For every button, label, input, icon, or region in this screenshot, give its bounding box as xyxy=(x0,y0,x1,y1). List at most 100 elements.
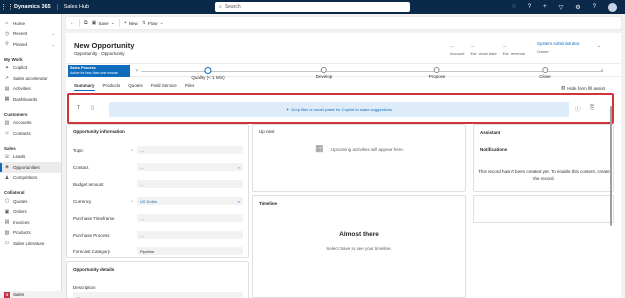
sidebar-item-recent[interactable]: ◷ Recent ⌄ xyxy=(0,29,61,40)
tab-field-service[interactable]: Field Service xyxy=(151,83,177,91)
clipboard-icon[interactable]: ▯ xyxy=(91,105,94,111)
budget-amount-input[interactable]: --- xyxy=(137,180,243,188)
clock-icon: ◷ xyxy=(4,30,10,37)
sidebar-item-accounts[interactable]: ▥ Accounts xyxy=(0,118,61,129)
forecast-category-select[interactable]: Pipeline xyxy=(137,247,243,255)
purchase-timeframe-select[interactable]: --- xyxy=(137,214,243,222)
copilot-icon: ✦ xyxy=(285,107,290,112)
assistant-empty-card xyxy=(473,195,614,223)
sidebar-item-label: Orders xyxy=(13,209,27,215)
owner-field[interactable]: System Administrator Owner xyxy=(537,41,580,54)
area-badge: S xyxy=(4,291,10,298)
info-icon[interactable]: ⓘ xyxy=(575,105,581,113)
hide-form-label: Hide form fill assist xyxy=(567,85,605,91)
currency-lookup[interactable]: US Dollar ⌕ xyxy=(137,197,243,205)
sidebar-item-invoices[interactable]: ▤ Invoices xyxy=(0,217,61,228)
sidebar-item-leads[interactable]: ☏ Leads xyxy=(0,152,61,163)
search-input[interactable]: ⌕ Search xyxy=(215,2,410,12)
record-subtitle[interactable]: Opportunity · Opportunity xyxy=(74,51,125,56)
header-field-label: Account xyxy=(450,51,465,56)
sidebar-item-products[interactable]: ▧ Products xyxy=(0,228,61,239)
app-launcher-icon[interactable]: ⋮⋮ xyxy=(0,0,14,14)
filter-icon[interactable]: ▽ xyxy=(559,4,564,11)
sidebar-item-competitors[interactable]: ♟ Competitors xyxy=(0,173,61,184)
field-value[interactable]: US Dollar xyxy=(140,199,157,204)
purchase-process-select[interactable]: --- xyxy=(137,231,243,239)
stage-label: Develop xyxy=(315,74,333,79)
back-button[interactable]: ← xyxy=(70,20,75,26)
sidebar-item-orders[interactable]: ▣ Orders xyxy=(0,207,61,218)
flow-button[interactable]: ↯ Flow ⌄ xyxy=(142,20,164,26)
avatar[interactable] xyxy=(608,2,617,12)
stage-label: Propose xyxy=(428,74,446,79)
tab-products[interactable]: Products xyxy=(103,83,121,91)
field-value: --- xyxy=(140,215,144,221)
sidebar-item-sales-literature[interactable]: ▭ Sales Literature xyxy=(0,238,61,249)
stage-propose[interactable]: Propose xyxy=(428,67,446,79)
lightbulb-icon[interactable]: ◌ xyxy=(512,4,516,10)
sidebar-item-label: Invoices xyxy=(13,219,30,225)
assistant-section: Assistant Notifications This record hasn… xyxy=(473,124,614,192)
field-row-purchase-timeframe: Purchase Timeframe --- xyxy=(73,214,243,222)
chevron-down-icon[interactable]: ⌄ xyxy=(597,43,601,49)
record-form: New Opportunity Opportunity · Opportunit… xyxy=(66,33,621,298)
topic-input[interactable]: --- xyxy=(137,146,243,154)
sidebar-item-sales-accelerator[interactable]: ➚ Sales accelerator xyxy=(0,73,61,84)
sidebar-item-quotes[interactable]: ▢ Quotes xyxy=(0,196,61,207)
copilot-drop-zone[interactable]: ✦ Drop files or smart paste for Copilot … xyxy=(109,102,569,117)
attach-icon[interactable]: ⎘ xyxy=(590,105,594,112)
sidebar-item-home[interactable]: ⌂ Home xyxy=(0,18,61,29)
sidebar-item-activities[interactable]: ▤ Activities xyxy=(0,84,61,95)
add-icon[interactable]: + xyxy=(543,4,547,10)
form-scrollbar[interactable] xyxy=(610,106,612,226)
tab-quotes[interactable]: Quotes xyxy=(128,83,143,91)
sidebar-item-dashboards[interactable]: ▦ Dashboards xyxy=(0,94,61,105)
sidebar-item-pinned[interactable]: ⚲ Pinned ⌄ xyxy=(0,39,61,50)
stage-qualify[interactable]: Quality (< 1 Min) xyxy=(191,67,225,80)
section-title: Opportunity details xyxy=(73,267,115,272)
area-switcher[interactable]: S Sales xyxy=(0,291,62,298)
opportunity-icon: ◈ xyxy=(5,164,9,171)
question-icon[interactable]: ? xyxy=(528,4,531,10)
app-name[interactable]: Dynamics 365 xyxy=(14,4,58,10)
sidebar-item-contacts[interactable]: ☺ Contacts xyxy=(0,128,61,139)
save-button[interactable]: ▣ Save ⌄ xyxy=(92,20,115,26)
stage-close[interactable]: Close xyxy=(539,67,551,79)
field-row-description-input: --- xyxy=(73,292,243,298)
sidebar-item-label: Sales accelerator xyxy=(13,75,48,81)
hide-form-fill-assist-button[interactable]: ▥ Hide form fill assist xyxy=(561,85,605,91)
open-in-new-window-button[interactable]: ⧉ xyxy=(84,20,88,26)
sidebar-item-copilot[interactable]: ✦ Copilot xyxy=(0,63,61,74)
header-field-revenue[interactable]: --- Est. revenue xyxy=(503,43,525,56)
sidebar-group-title: Sales xyxy=(4,145,16,151)
stage-develop[interactable]: Develop xyxy=(315,67,333,79)
search-icon[interactable]: ⌕ xyxy=(238,165,240,170)
header-field-account[interactable]: --- Account xyxy=(450,43,464,56)
book-icon: ▭ xyxy=(4,240,10,247)
flow-icon: ↯ xyxy=(141,20,146,26)
contact-lookup[interactable]: --- ⌕ xyxy=(137,163,243,171)
tab-summary[interactable]: Summary xyxy=(74,83,95,91)
search-icon: ⌕ xyxy=(219,4,222,10)
sidebar-item-label: Leads xyxy=(13,154,26,160)
settings-icon[interactable]: ⚙ xyxy=(575,4,580,11)
sidebar-item-label: Pinned xyxy=(13,41,28,47)
chevron-right-icon[interactable]: › xyxy=(597,66,607,76)
text-icon[interactable]: T xyxy=(77,105,80,111)
help-icon[interactable]: ? xyxy=(593,4,596,10)
area-name[interactable]: Sales Hub xyxy=(58,4,89,10)
tab-files[interactable]: Files xyxy=(185,83,195,91)
sidebar-item-opportunities[interactable]: ◈ Opportunities xyxy=(0,162,61,173)
calendar-icon: ▦ xyxy=(315,143,324,153)
invoice-icon: ▤ xyxy=(4,219,10,226)
owner-name[interactable]: System Administrator xyxy=(537,41,580,46)
field-value: --- xyxy=(140,232,144,238)
process-flag[interactable]: Sales Process Active for less than one m… xyxy=(68,65,130,77)
up-next-empty-message: Upcoming activities will appear here. xyxy=(331,147,405,152)
timeline-heading: Almost there xyxy=(339,231,379,238)
header-field-close-date[interactable]: --- Est. close date xyxy=(470,43,496,56)
description-input[interactable]: --- xyxy=(73,292,243,298)
search-icon[interactable]: ⌕ xyxy=(238,199,240,204)
field-row-topic: Topic * --- xyxy=(73,146,243,154)
new-button[interactable]: + New xyxy=(124,20,138,26)
